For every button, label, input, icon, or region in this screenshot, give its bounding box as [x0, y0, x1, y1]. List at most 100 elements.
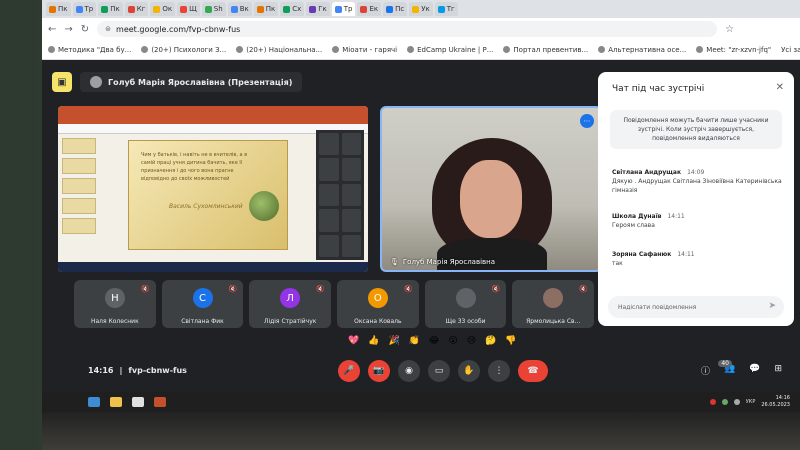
- chat-input[interactable]: Надіслати повідомлення ➤: [608, 296, 784, 318]
- tray-icon[interactable]: [721, 399, 728, 405]
- mic-muted-icon: 🔇: [403, 285, 413, 293]
- bookmark-item[interactable]: Meet: "zr-xzvn-jfq": [696, 46, 771, 54]
- participant-avatar: [543, 288, 564, 308]
- participant-avatar: О: [367, 288, 388, 308]
- control-buttons: 🎤 📷 ◉ ▭ ✋ ⋮ ☎: [338, 360, 548, 382]
- all-bookmarks[interactable]: Усі закладки: [781, 46, 800, 54]
- leave-call-button[interactable]: ☎: [518, 360, 548, 382]
- participant-tile[interactable]: Н 🔇 Наля Колесник: [74, 280, 156, 328]
- windows-start-icon[interactable]: [88, 397, 100, 407]
- browser-tab[interactable]: Тг: [434, 2, 458, 16]
- tab-label: Ук: [421, 5, 430, 13]
- reload-icon[interactable]: ↻: [81, 24, 89, 35]
- browser-tab[interactable]: Щ: [177, 2, 200, 16]
- slide-thumbnail: [62, 138, 96, 154]
- participant-tile[interactable]: 🔇 Ярмолицька Св...: [512, 280, 595, 328]
- app-icon[interactable]: [154, 397, 166, 407]
- tab-label: Кг: [136, 5, 146, 13]
- grid-cell: [341, 209, 361, 232]
- reaction-button[interactable]: 👏: [409, 336, 420, 346]
- tray-icon[interactable]: [709, 399, 716, 405]
- participant-tile[interactable]: Л 🔇 Лідія Стратійчук: [249, 280, 332, 328]
- bookmark-item[interactable]: Міоати - гарячі: [332, 46, 397, 54]
- raise-hand-button[interactable]: ✋: [458, 360, 480, 382]
- more-options-button[interactable]: ⋮: [488, 360, 510, 382]
- bookmark-favicon-icon: [141, 46, 149, 53]
- bookmark-item[interactable]: EdCamp Ukraine | Р...: [407, 46, 493, 54]
- participant-tile[interactable]: 🔇 Ще 33 особи: [424, 280, 507, 328]
- chrome-icon[interactable]: [132, 397, 144, 407]
- reaction-button[interactable]: 😢: [467, 336, 476, 346]
- browser-tab[interactable]: Кг: [124, 2, 149, 16]
- language-indicator[interactable]: УКР: [746, 399, 756, 405]
- bookmark-favicon-icon: [332, 46, 340, 53]
- browser-tab[interactable]: Пк: [253, 2, 279, 16]
- participant-name: Наля Колесник: [90, 318, 139, 325]
- back-icon[interactable]: ←: [48, 24, 56, 35]
- shared-taskbar: [58, 262, 368, 272]
- close-icon[interactable]: ✕: [776, 82, 784, 93]
- reaction-button[interactable]: 👎: [505, 336, 516, 346]
- mic-off-button[interactable]: 🎤: [338, 360, 360, 382]
- screen-share-tile[interactable]: Чим у батьків, і навіть не в вчителів, а…: [58, 106, 368, 272]
- bookmark-item[interactable]: (20+) Психологи З...: [141, 46, 226, 54]
- browser-tab[interactable]: Ек: [357, 2, 382, 16]
- tab-label: Ек: [369, 5, 379, 13]
- reaction-button[interactable]: 🤔: [485, 336, 496, 346]
- camera-off-button[interactable]: 📷: [368, 360, 390, 382]
- bookmark-item[interactable]: Методика "Два бу...: [48, 46, 131, 54]
- browser-tab[interactable]: Пс: [383, 2, 408, 16]
- browser-tab[interactable]: Сх: [280, 2, 305, 16]
- photo-frame: Пк Тр Пк Кг Ок Щ Sh Вк Пк Сх Гк Тр Ек Пс Ук Тг ← → ↻ ⊜ …: [0, 0, 800, 450]
- reaction-button[interactable]: 😮: [448, 336, 457, 346]
- mic-muted-icon: 🔇: [316, 285, 326, 293]
- browser-tab[interactable]: Тр: [331, 2, 356, 16]
- taskbar-clock[interactable]: 14:16 26.05.2023: [761, 395, 790, 409]
- clock-time: 14:16: [775, 395, 790, 401]
- reaction-button[interactable]: 🎉: [388, 336, 399, 346]
- tray-icon[interactable]: [733, 399, 740, 405]
- reaction-button[interactable]: 👍: [368, 336, 379, 346]
- browser-tab[interactable]: Ук: [409, 2, 433, 16]
- url-field[interactable]: ⊜ meet.google.com/fvp-cbnw-fus: [97, 21, 718, 37]
- bookmark-label: Міоати - гарячі: [342, 45, 398, 54]
- info-icon[interactable]: ⓘ: [701, 364, 710, 377]
- browser-tab[interactable]: Ок: [150, 2, 176, 16]
- presentation-icon[interactable]: ▣: [52, 72, 72, 92]
- present-button[interactable]: ▭: [428, 360, 450, 382]
- browser-tab[interactable]: Пк: [46, 2, 71, 16]
- send-icon[interactable]: ➤: [768, 301, 776, 311]
- participant-tile[interactable]: О 🔇 Оксана Коваль: [337, 280, 419, 328]
- browser-tab[interactable]: Гк: [306, 2, 330, 16]
- bookmark-favicon-icon: [598, 46, 606, 53]
- forward-icon[interactable]: →: [64, 24, 72, 35]
- chat-icon[interactable]: 💬: [749, 364, 760, 377]
- message-header: Зоряна Сафанюк 14:11: [612, 250, 782, 259]
- captions-button[interactable]: ◉: [398, 360, 420, 382]
- grid-cell: [319, 158, 339, 181]
- participant-tile[interactable]: С 🔇 Світлана Фик: [161, 280, 244, 328]
- participant-avatar: С: [192, 288, 213, 308]
- camera-tile[interactable]: ⋯ 🎙 Голуб Марія Ярославівна: [380, 106, 602, 272]
- chat-message: Школа Дунаїв 14:11 Героям слава: [612, 212, 782, 230]
- tab-label: Сх: [292, 5, 302, 13]
- bookmark-star-icon[interactable]: ☆: [725, 24, 734, 35]
- file-explorer-icon[interactable]: [110, 397, 122, 407]
- bookmark-item[interactable]: (20+) Національна...: [236, 46, 322, 54]
- reaction-button[interactable]: 💖: [348, 336, 359, 346]
- bookmark-label: (20+) Психологи З...: [151, 45, 227, 54]
- activities-icon[interactable]: ⊞: [774, 364, 782, 377]
- slide-author: Василь Сухомлинський: [169, 203, 243, 210]
- browser-tab[interactable]: Sh: [201, 2, 226, 16]
- separator: |: [119, 366, 123, 375]
- speaking-indicator-icon: ⋯: [580, 114, 594, 128]
- browser-tab[interactable]: Тр: [72, 2, 97, 16]
- browser-tab[interactable]: Пк: [98, 2, 123, 16]
- powerpoint-ribbon: [58, 106, 368, 124]
- reaction-button[interactable]: 😂: [429, 336, 440, 346]
- site-info-icon[interactable]: ⊜: [105, 25, 111, 33]
- bookmark-favicon-icon: [696, 46, 704, 53]
- bookmark-item[interactable]: Портал превентив...: [503, 46, 588, 54]
- browser-tab[interactable]: Вк: [227, 2, 252, 16]
- bookmark-item[interactable]: Альтернативна осе...: [598, 46, 686, 54]
